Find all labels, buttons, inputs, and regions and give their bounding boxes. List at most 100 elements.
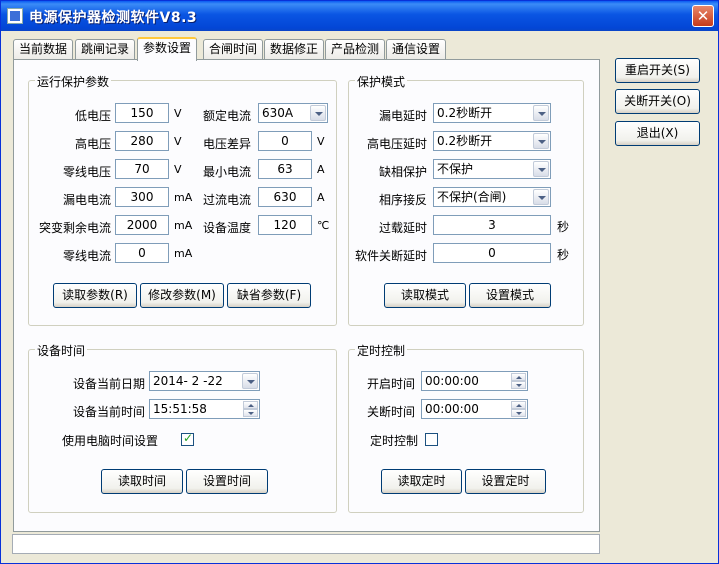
- default-params-button[interactable]: 缺省参数(F): [227, 283, 311, 308]
- device-date-label: 设备当前日期: [72, 377, 145, 391]
- zero-voltage-input[interactable]: 70: [115, 159, 169, 179]
- timer-control-group: 定时控制 开启时间 00:00:00 关断时间 00:00:00 定时控制 读取…: [348, 342, 584, 513]
- device-time-label: 设备当前时间: [72, 405, 145, 419]
- voltage-diff-input[interactable]: 0: [258, 131, 312, 151]
- run-params-title: 运行保护参数: [35, 73, 112, 90]
- window-title: 电源保护器检测软件V8.3: [29, 10, 198, 26]
- off-time-value: 00:00:00: [425, 402, 479, 416]
- spin-down-icon[interactable]: [511, 409, 526, 417]
- exit-button[interactable]: 退出(X): [615, 121, 700, 146]
- off-time-label: 关断时间: [366, 405, 415, 419]
- chevron-down-icon[interactable]: [533, 133, 549, 149]
- on-time-label: 开启时间: [366, 377, 415, 391]
- read-params-button[interactable]: 读取参数(R): [53, 283, 137, 308]
- run-params-group: 运行保护参数 低电压 150 V 高电压 280 V 零线电压 70 V 漏电电…: [28, 73, 337, 326]
- soft-off-delay-unit: 秒: [557, 248, 570, 262]
- chevron-down-icon[interactable]: [533, 105, 549, 121]
- chevron-down-icon[interactable]: [533, 189, 549, 205]
- spin-down-icon[interactable]: [511, 381, 526, 389]
- rated-current-combo[interactable]: 630A: [258, 103, 328, 123]
- device-temp-unit: ℃: [317, 219, 330, 232]
- min-current-label: 最小电流: [202, 165, 251, 179]
- device-temp-input[interactable]: 120: [258, 215, 312, 235]
- over-current-input[interactable]: 630: [258, 187, 312, 207]
- rated-current-value: 630A: [262, 106, 294, 120]
- timer-enable-label: 定时控制: [370, 434, 419, 448]
- sudden-residual-input[interactable]: 2000: [115, 215, 169, 235]
- spin-up-icon[interactable]: [243, 401, 258, 409]
- phase-loss-value: 不保护: [437, 162, 474, 176]
- on-time-value: 00:00:00: [425, 374, 479, 388]
- phase-loss-combo[interactable]: 不保护: [433, 159, 551, 179]
- leak-delay-combo[interactable]: 0.2秒断开: [433, 103, 551, 123]
- tab-product-test[interactable]: 产品检测: [325, 39, 386, 60]
- zero-current-input[interactable]: 0: [115, 243, 169, 263]
- use-pc-time-label: 使用电脑时间设置: [62, 434, 159, 448]
- device-time-title: 设备时间: [35, 342, 88, 359]
- phase-loss-label: 缺相保护: [378, 165, 427, 179]
- leak-current-input[interactable]: 300: [115, 187, 169, 207]
- low-voltage-input[interactable]: 150: [115, 103, 169, 123]
- low-voltage-label: 低电压: [74, 109, 111, 123]
- device-time-spinner[interactable]: 15:51:58: [149, 399, 260, 419]
- tab-parameter-settings[interactable]: 参数设置: [137, 37, 198, 61]
- voltage-diff-unit: V: [317, 135, 325, 148]
- protect-mode-group: 保护模式 漏电延时 0.2秒断开 高电压延时 0.2秒断开 缺相保护 不保护 相…: [348, 73, 584, 326]
- modify-params-button[interactable]: 修改参数(M): [140, 283, 224, 308]
- close-button[interactable]: ✕: [692, 5, 714, 27]
- spin-up-icon[interactable]: [511, 401, 526, 409]
- status-bar: [12, 534, 600, 554]
- timer-enable-checkbox[interactable]: [425, 433, 438, 446]
- read-mode-button[interactable]: 读取模式: [384, 283, 466, 308]
- title-bar[interactable]: 电源保护器检测软件V8.3 ✕: [1, 1, 718, 31]
- over-current-unit: A: [317, 191, 325, 204]
- high-voltage-unit: V: [174, 135, 182, 148]
- device-time-value: 15:51:58: [153, 402, 207, 416]
- spin-up-icon[interactable]: [511, 373, 526, 381]
- read-time-button[interactable]: 读取时间: [101, 469, 183, 494]
- set-mode-button[interactable]: 设置模式: [469, 283, 551, 308]
- chevron-down-icon[interactable]: [242, 373, 258, 389]
- device-date-value: 2014- 2 -22: [153, 374, 223, 388]
- hv-delay-combo[interactable]: 0.2秒断开: [433, 131, 551, 151]
- hv-delay-label: 高电压延时: [366, 137, 427, 151]
- restart-switch-button[interactable]: 重启开关(S): [615, 58, 700, 83]
- leak-delay-label: 漏电延时: [378, 109, 427, 123]
- shutdown-switch-button[interactable]: 关断开关(O): [615, 89, 700, 114]
- zero-current-unit: mA: [174, 247, 193, 260]
- tab-closing-time[interactable]: 合闸时间: [203, 39, 264, 60]
- soft-off-delay-input[interactable]: 0: [433, 243, 551, 263]
- low-voltage-unit: V: [174, 107, 182, 120]
- off-time-spinner[interactable]: 00:00:00: [421, 399, 528, 419]
- set-time-button[interactable]: 设置时间: [186, 469, 268, 494]
- sudden-residual-unit: mA: [174, 219, 193, 232]
- high-voltage-label: 高电压: [74, 137, 111, 151]
- tab-data-correction[interactable]: 数据修正: [264, 39, 325, 60]
- chevron-down-icon[interactable]: [533, 161, 549, 177]
- zero-voltage-unit: V: [174, 163, 182, 176]
- overload-delay-label: 过载延时: [378, 221, 427, 235]
- min-current-input[interactable]: 63: [258, 159, 312, 179]
- device-temp-label: 设备温度: [202, 221, 251, 235]
- tab-panel: 运行保护参数 低电压 150 V 高电压 280 V 零线电压 70 V 漏电电…: [13, 59, 600, 532]
- read-timer-button[interactable]: 读取定时: [381, 469, 462, 494]
- on-time-spinner[interactable]: 00:00:00: [421, 371, 528, 391]
- min-current-unit: A: [317, 163, 325, 176]
- tab-trip-records[interactable]: 跳闸记录: [75, 39, 136, 60]
- chevron-down-icon[interactable]: [310, 105, 326, 121]
- leak-current-unit: mA: [174, 191, 193, 204]
- device-date-picker[interactable]: 2014- 2 -22: [149, 371, 260, 391]
- spin-down-icon[interactable]: [243, 409, 258, 417]
- app-icon: [7, 8, 23, 24]
- leak-current-label: 漏电电流: [62, 193, 111, 207]
- overload-delay-input[interactable]: 3: [433, 215, 551, 235]
- set-timer-button[interactable]: 设置定时: [465, 469, 546, 494]
- device-time-group: 设备时间 设备当前日期 2014- 2 -22 设备当前时间 15:51:58 …: [28, 342, 337, 513]
- high-voltage-input[interactable]: 280: [115, 131, 169, 151]
- tab-current-data[interactable]: 当前数据: [13, 39, 74, 60]
- phase-reverse-combo[interactable]: 不保护(合闸): [433, 187, 551, 207]
- tab-comm-settings[interactable]: 通信设置: [386, 39, 447, 60]
- rated-current-label: 额定电流: [202, 109, 251, 123]
- use-pc-time-checkbox[interactable]: [181, 431, 194, 446]
- hv-delay-value: 0.2秒断开: [437, 134, 493, 148]
